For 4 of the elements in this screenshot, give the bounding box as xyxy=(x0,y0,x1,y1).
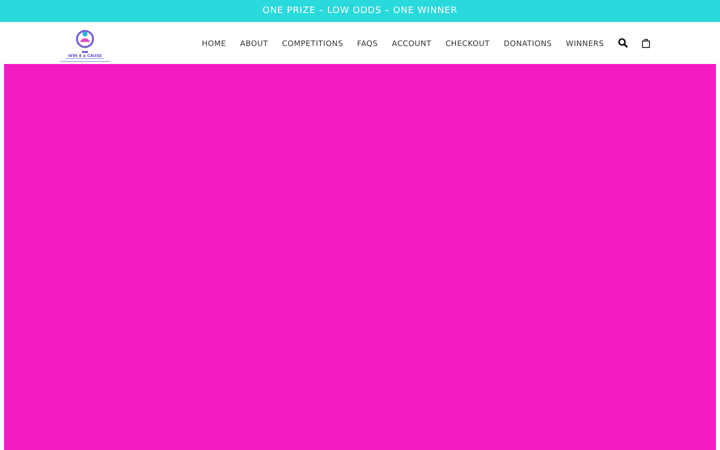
tagline-drawing xyxy=(58,58,112,63)
shopping-bag-icon[interactable] xyxy=(642,38,650,48)
announcement-text: ONE PRIZE – LOW ODDS – ONE WINNER xyxy=(262,6,458,16)
search-icon[interactable] xyxy=(618,38,628,48)
